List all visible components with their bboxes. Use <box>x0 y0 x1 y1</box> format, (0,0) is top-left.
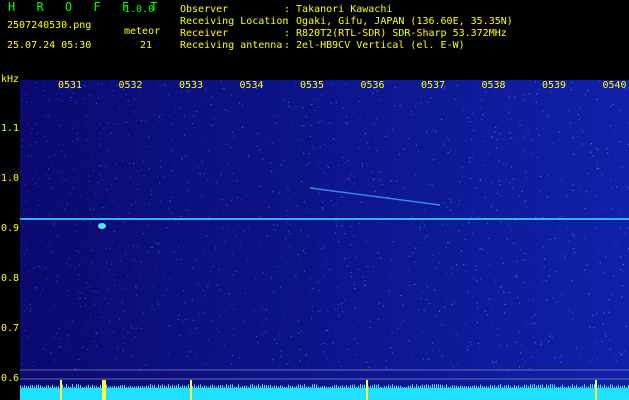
spectrogram <box>20 80 629 400</box>
receiver-label: Receiver <box>180 28 229 39</box>
y-tick-label: 0.9 <box>1 223 20 234</box>
meteor-marker <box>60 380 62 400</box>
receiver-value: : R820T2(RTL-SDR) SDR-Sharp 53.372MHz <box>284 28 507 39</box>
antenna-value: : 2el-HB9CV Vertical (el. E-W) <box>284 40 465 51</box>
x-tick-label: 0540 <box>602 80 627 91</box>
y-axis-unit: kHz <box>1 74 20 85</box>
file-name: 2507240530.png <box>7 20 92 31</box>
location-label: Receiving Location <box>180 16 289 27</box>
spectrogram-background <box>20 80 629 400</box>
noise-bar <box>20 388 629 400</box>
spectrogram-canvas <box>20 80 629 400</box>
x-tick-label: 0535 <box>300 80 325 91</box>
x-tick-label: 0533 <box>179 80 204 91</box>
y-tick-label: 0.8 <box>1 273 20 284</box>
observer-label: Observer <box>180 4 229 15</box>
meteor-marker <box>190 380 192 400</box>
meteor-echo <box>98 223 106 229</box>
y-tick-label: 0.7 <box>1 323 20 334</box>
x-tick-label: 0537 <box>421 80 446 91</box>
x-tick-label: 0532 <box>118 80 143 91</box>
y-tick-label: 1.0 <box>1 173 20 184</box>
y-tick-label: 1.1 <box>1 123 20 134</box>
antenna-label: Receiving antenna <box>180 40 283 51</box>
meteor-label: meteor <box>124 26 161 37</box>
x-tick-label: 0538 <box>481 80 506 91</box>
x-tick-label: 0531 <box>58 80 83 91</box>
x-tick-label: 0539 <box>542 80 567 91</box>
x-tick-label: 0536 <box>360 80 385 91</box>
location-value: : Ogaki, Gifu, JAPAN (136.60E, 35.35N) <box>284 16 513 27</box>
meteor-marker <box>104 380 106 400</box>
y-tick-label: 0.6 <box>1 373 20 384</box>
meteor-marker <box>366 380 368 400</box>
x-tick-label: 0534 <box>239 80 264 91</box>
meteor-marker <box>595 380 597 400</box>
date-time: 25.07.24 05:30 <box>7 40 92 51</box>
meteor-marker <box>102 380 104 400</box>
meteor-count: 21 <box>140 40 153 51</box>
observer-value: : Takanori Kawachi <box>284 4 393 15</box>
app-version: 1.0.0 <box>124 4 155 15</box>
